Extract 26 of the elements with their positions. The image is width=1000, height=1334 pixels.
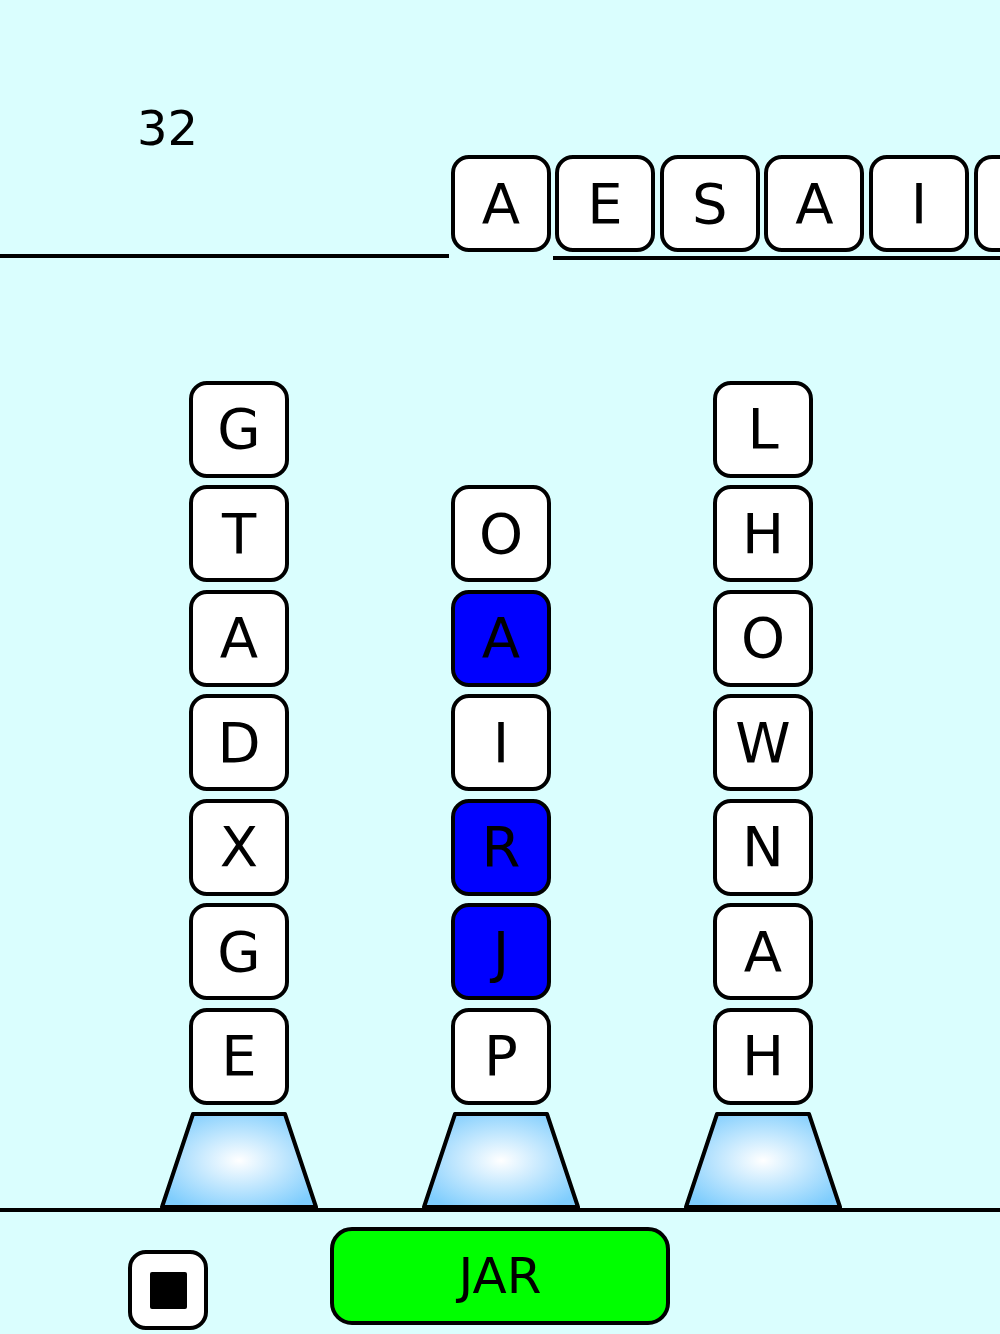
letter-tile[interactable]: X <box>189 798 289 896</box>
stop-button[interactable] <box>128 1250 208 1330</box>
score-text: 32 <box>137 104 199 152</box>
letter-tile[interactable]: E <box>189 1007 289 1105</box>
letter-tile[interactable]: O <box>451 485 551 582</box>
letter-tile[interactable]: A <box>764 155 865 252</box>
letter-tile[interactable]: I <box>451 694 551 791</box>
letter-tile[interactable]: O <box>713 589 813 687</box>
letter-tile[interactable]: S <box>659 155 760 252</box>
letter-tile[interactable]: E <box>555 155 655 252</box>
letter-tile[interactable]: A <box>713 903 813 1000</box>
letter-tile[interactable]: W <box>713 694 813 791</box>
letter-tile[interactable]: T <box>189 485 289 582</box>
letter-tile[interactable]: A <box>189 589 289 687</box>
letter-tile[interactable]: P <box>451 1007 551 1105</box>
letter-tile[interactable]: H <box>713 485 813 582</box>
letter-tile[interactable]: G <box>189 380 289 478</box>
letter-tile[interactable]: I <box>869 155 970 252</box>
letter-tile[interactable]: H <box>713 1007 813 1105</box>
letter-tile[interactable]: N <box>713 798 813 896</box>
letter-tile[interactable]: G <box>189 903 289 1000</box>
word-button[interactable]: JAR <box>330 1227 670 1325</box>
stop-icon <box>149 1271 187 1309</box>
letter-tile[interactable]: D <box>189 694 289 791</box>
letter-tile[interactable]: L <box>713 380 813 478</box>
letter-tile[interactable]: A <box>451 155 551 252</box>
